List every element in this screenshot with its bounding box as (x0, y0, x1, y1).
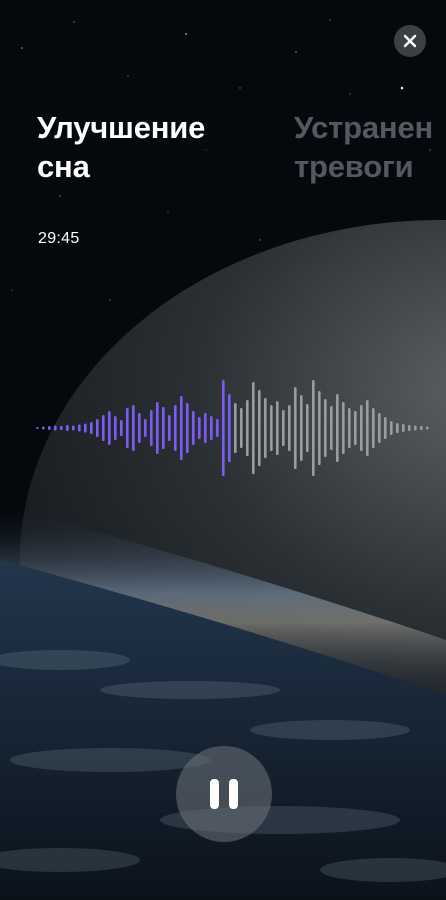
waveform-bar-played (210, 416, 213, 440)
track-current-title-line2: сна (37, 149, 90, 184)
waveform-bar-remaining (330, 406, 333, 450)
waveform-bar-remaining (306, 404, 309, 452)
waveform-bar-remaining (270, 405, 273, 451)
waveform-bar-played (138, 413, 141, 443)
waveform-bar-played (120, 420, 123, 436)
audio-waveform (36, 380, 429, 476)
waveform-bar-played (180, 396, 183, 460)
waveform-bar-remaining (360, 405, 363, 451)
waveform-bar-played (42, 426, 45, 430)
waveform-bar-remaining (366, 400, 369, 456)
waveform-bar-remaining (288, 405, 291, 451)
waveform-bar-remaining (402, 424, 405, 432)
waveform-bar-remaining (372, 408, 375, 448)
waveform-bar-played (144, 419, 147, 437)
waveform-bar-remaining (234, 403, 237, 453)
waveform-bar-played (228, 394, 231, 462)
close-button[interactable] (394, 25, 426, 57)
waveform-bar-remaining (354, 411, 357, 445)
waveform-bar-played (204, 413, 207, 443)
waveform-bar-played (78, 424, 81, 432)
waveform-bar-played (186, 403, 189, 453)
waveform-bar-remaining (264, 398, 267, 458)
waveform-bar-played (156, 402, 159, 454)
waveform-bar-remaining (378, 413, 381, 443)
waveform-bar-played (222, 380, 225, 476)
waveform-bar-played (150, 410, 153, 446)
waveform-bar-played (174, 405, 177, 451)
waveform-bar-played (90, 422, 93, 434)
waveform-bar-played (126, 408, 129, 448)
waveform-bar-remaining (342, 402, 345, 454)
waveform-bar-remaining (318, 391, 321, 465)
pause-icon-bar (229, 779, 238, 809)
waveform-bar-remaining (294, 387, 297, 469)
waveform-bar-played (192, 411, 195, 445)
waveform-bar-played (84, 423, 87, 433)
waveform-bar-remaining (348, 408, 351, 448)
waveform-bar-remaining (276, 401, 279, 455)
waveform-bar-remaining (324, 399, 327, 457)
waveform-bar-played (54, 425, 57, 431)
waveform-bar-played (102, 415, 105, 441)
waveform-bar-played (72, 425, 75, 431)
waveform-bar-remaining (408, 425, 411, 431)
track-next-title[interactable]: Устранен тревоги (294, 108, 433, 186)
waveform-bar-remaining (384, 417, 387, 439)
waveform-bar-remaining (426, 426, 429, 430)
waveform-bar-played (114, 416, 117, 440)
waveform-bar-played (162, 407, 165, 449)
track-next-title-line2: тревоги (294, 149, 414, 184)
player-screen: Улучшение сна Устранен тревоги 29:45 (0, 0, 446, 900)
waveform-bar-played (96, 419, 99, 437)
waveform-bar-remaining (390, 421, 393, 435)
waveform-bar-remaining (252, 382, 255, 474)
waveform-bar-remaining (246, 400, 249, 456)
waveform-bar-remaining (300, 395, 303, 461)
waveform-bar-played (108, 411, 111, 445)
waveform-bar-played (60, 426, 63, 430)
waveform-bar-played (216, 419, 219, 437)
pause-icon (210, 779, 219, 809)
waveform-bar-remaining (336, 394, 339, 462)
track-current-title[interactable]: Улучшение сна (37, 108, 205, 186)
waveform-bar-remaining (414, 425, 417, 431)
waveform-bar-remaining (420, 426, 423, 430)
waveform-bar-remaining (312, 380, 315, 476)
waveform-bar-played (198, 417, 201, 439)
waveform-bar-remaining (282, 410, 285, 446)
close-icon (403, 34, 417, 48)
waveform-bar-played (132, 405, 135, 451)
waveform-bar-remaining (258, 390, 261, 466)
waveform-bar-played (48, 426, 51, 430)
track-current-title-line1: Улучшение (37, 110, 206, 145)
waveform-bar-remaining (396, 423, 399, 433)
pause-button[interactable] (176, 746, 272, 842)
waveform-bar-played (36, 427, 39, 429)
track-next-title-line1: Устранен (294, 110, 434, 145)
time-remaining: 29:45 (38, 230, 80, 247)
waveform-bar-played (168, 415, 171, 441)
waveform-bar-remaining (240, 408, 243, 448)
waveform-bar-played (66, 425, 69, 431)
